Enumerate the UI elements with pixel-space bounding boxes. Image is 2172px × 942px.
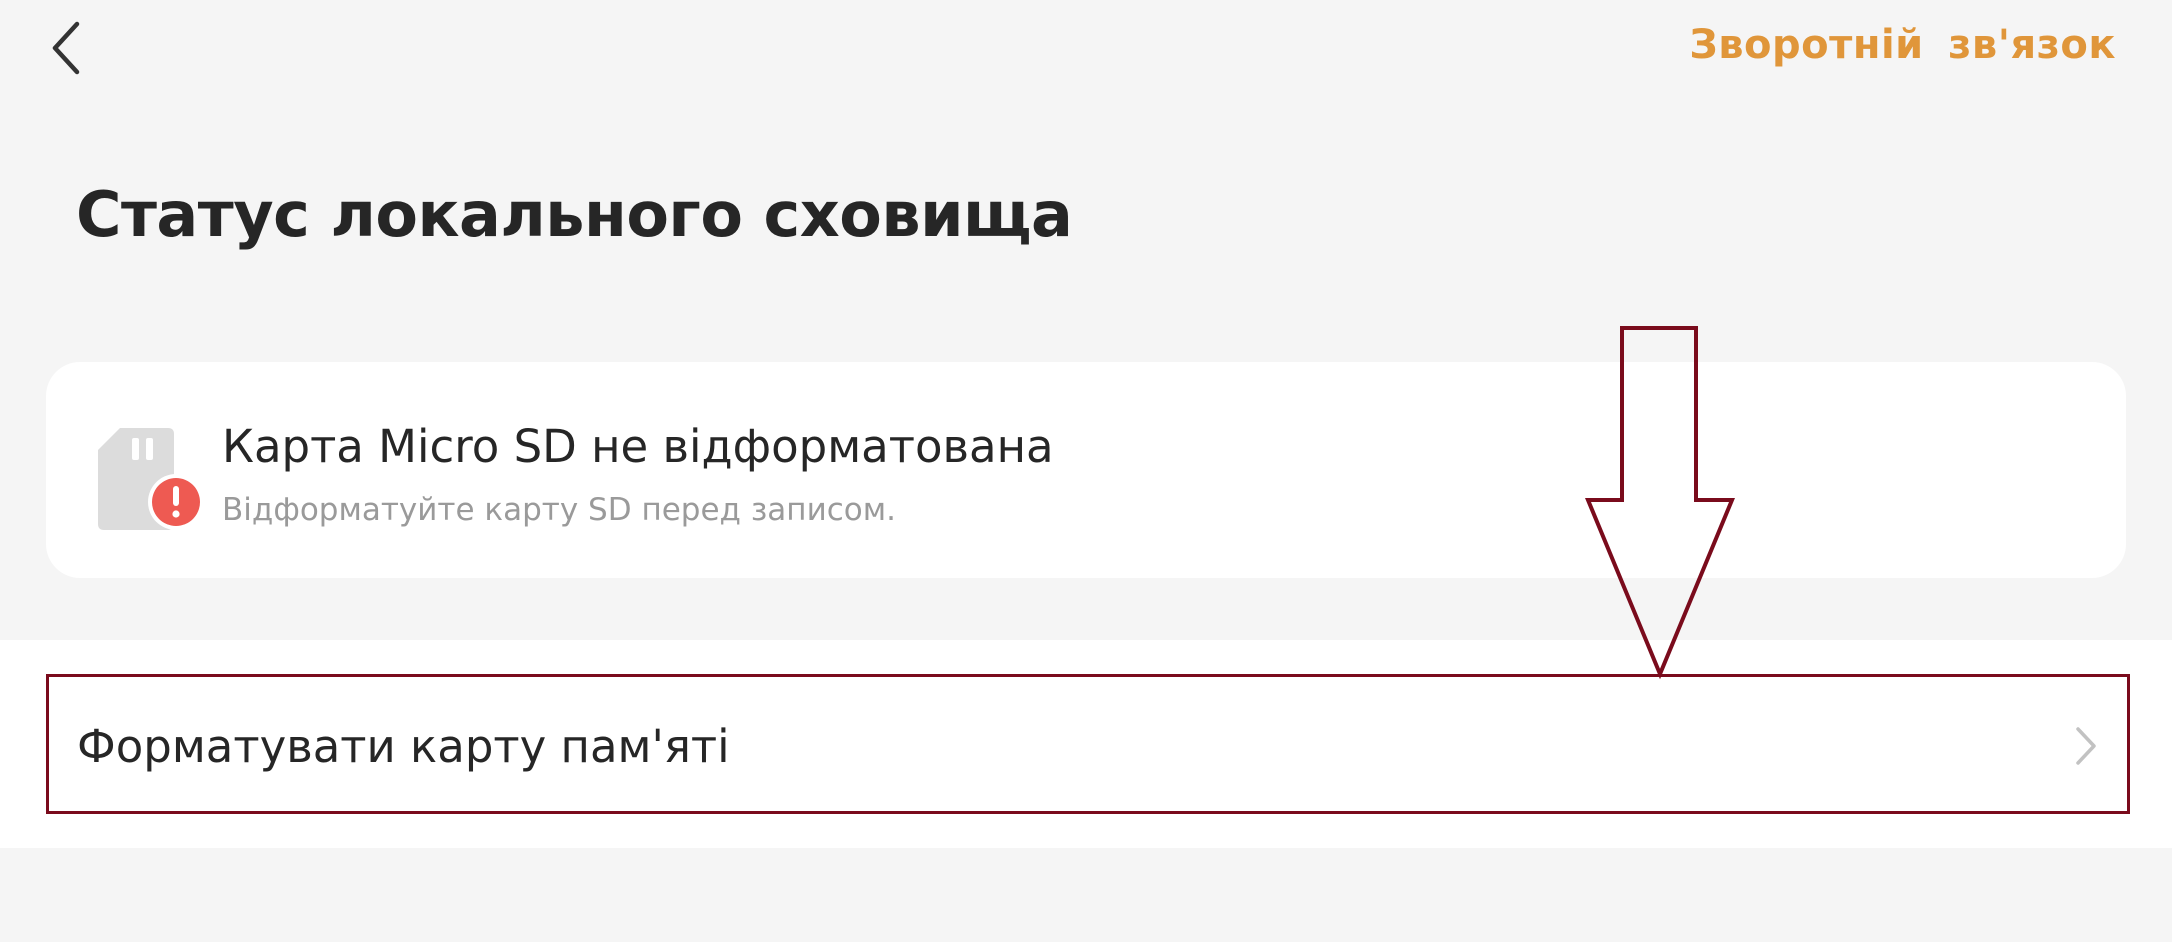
sd-status-card: Карта Micro SD не відформатована Відформ… — [46, 362, 2126, 578]
top-bar: Зворотній зв'язок — [0, 0, 2172, 100]
sd-status-subtitle: Відформатуйте карту SD перед записом. — [222, 492, 896, 528]
format-memory-card-button[interactable]: Форматувати карту пам'яті — [46, 674, 2130, 814]
format-memory-card-label: Форматувати карту пам'яті — [77, 720, 730, 773]
feedback-link[interactable]: Зворотній зв'язок — [1689, 22, 2116, 68]
back-button[interactable] — [36, 16, 96, 80]
sd-status-title: Карта Micro SD не відформатована — [222, 420, 1054, 473]
chevron-right-icon — [2076, 727, 2096, 765]
chevron-left-icon — [52, 21, 80, 75]
page-title: Статус локального сховища — [76, 178, 1073, 251]
sd-card-error-icon — [98, 428, 204, 530]
